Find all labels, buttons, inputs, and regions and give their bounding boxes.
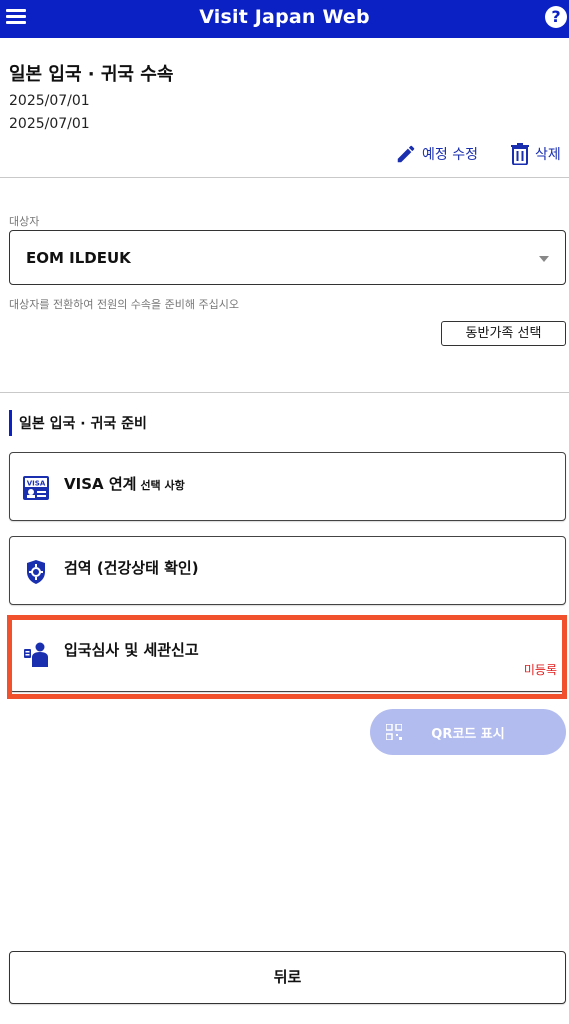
edit-schedule-label: 예정 수정 <box>422 147 478 163</box>
target-hint: 대상자를 전환하여 전원의 수속을 준비해 주십시오 <box>9 298 240 311</box>
immigration-customs-card[interactable]: 입국심사 및 세관신고 미등록 <box>9 618 566 692</box>
divider <box>0 392 569 393</box>
edit-schedule-button[interactable]: 예정 수정 <box>395 143 478 165</box>
target-person-value: EOM ILDEUK <box>26 249 131 267</box>
trash-icon <box>511 143 529 165</box>
visa-card-icon: VISA <box>23 476 49 500</box>
visa-subtitle: 선택 사항 <box>140 479 185 492</box>
page-title: 일본 입국 · 귀국 수속 <box>9 64 174 85</box>
help-icon[interactable]: ? <box>545 6 567 28</box>
immigration-card-title: 입국심사 및 세관신고 <box>64 641 199 659</box>
delete-button[interactable]: 삭제 <box>510 143 561 165</box>
back-button[interactable]: 뒤로 <box>9 951 566 1004</box>
dropdown-caret-icon <box>539 256 549 262</box>
status-badge: 미등록 <box>523 663 557 677</box>
section-header: 일본 입국 · 귀국 준비 <box>9 410 147 436</box>
show-qr-code-button[interactable]: QR코드 표시 <box>370 709 566 755</box>
delete-label: 삭제 <box>535 147 561 163</box>
quarantine-card-title: 검역 (건강상태 확인) <box>64 559 199 577</box>
visa-link-card[interactable]: VISA VISA 연계 선택 사항 <box>9 452 566 521</box>
target-person-select[interactable]: EOM ILDEUK <box>9 230 566 285</box>
app-header: Visit Japan Web ? <box>0 0 569 38</box>
visa-card-title: VISA 연계 선택 사항 <box>64 473 185 494</box>
section-accent-bar <box>9 410 12 436</box>
trip-start-date: 2025/07/01 <box>9 93 90 109</box>
target-label: 대상자 <box>9 215 40 228</box>
svg-text:VISA: VISA <box>27 480 46 488</box>
divider <box>0 177 569 178</box>
select-family-button[interactable]: 동반가족 선택 <box>441 321 566 346</box>
trip-end-date: 2025/07/01 <box>9 116 90 132</box>
immigration-officer-icon <box>24 642 48 667</box>
pencil-icon <box>397 145 415 163</box>
app-title: Visit Japan Web <box>199 6 370 28</box>
section-title: 일본 입국 · 귀국 준비 <box>19 416 147 432</box>
visa-title-text: VISA 연계 <box>64 475 137 493</box>
qr-button-label: QR코드 표시 <box>431 726 505 742</box>
quarantine-virus-icon <box>27 560 45 584</box>
quarantine-card[interactable]: 검역 (건강상태 확인) <box>9 536 566 605</box>
